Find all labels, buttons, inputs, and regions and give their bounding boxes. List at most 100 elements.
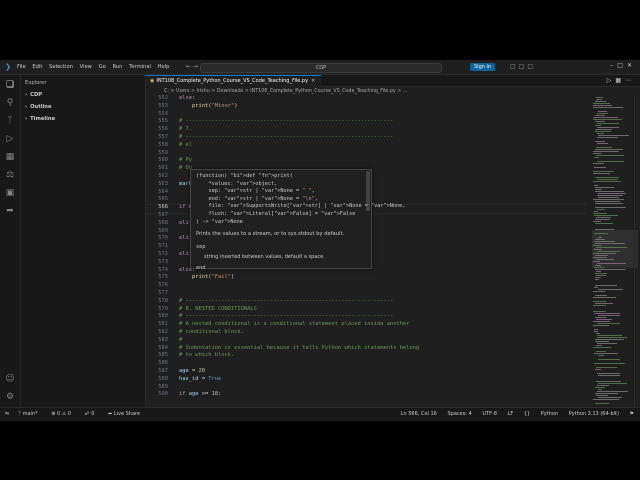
minimap-line	[597, 209, 605, 210]
minimap-line	[593, 213, 607, 214]
tab-filename: INT108_Complete_Python_Course_VS_Code_Te…	[156, 78, 309, 84]
line-number: 578	[158, 297, 168, 304]
python-interpreter[interactable]: Python 3.13 (64-bit)	[569, 411, 619, 417]
minimap-line	[598, 397, 622, 398]
editor-actions[interactable]: ▷▦⋯	[607, 77, 635, 84]
minimap-line	[596, 319, 612, 320]
window-controls[interactable]: –□✕	[610, 62, 636, 69]
encoding-status[interactable]: UTF-8	[482, 411, 497, 417]
run-debug-icon[interactable]: ▷	[4, 133, 16, 145]
eol-status[interactable]: LF	[508, 411, 514, 417]
minimap-line	[595, 317, 606, 318]
indentation-status[interactable]: Spaces: 4	[447, 411, 471, 417]
minimap-slider[interactable]	[592, 230, 638, 268]
language-mode[interactable]: {} Python	[524, 411, 558, 417]
settings-gear-icon[interactable]: ⚙	[4, 391, 16, 403]
code-text: # conditional block.	[179, 329, 244, 335]
section-timeline[interactable]: › Timeline	[25, 116, 55, 122]
chevron-right-icon: ›	[25, 104, 28, 110]
ports-status[interactable]: ☍ 0	[85, 411, 101, 417]
code-text: print("Minor")	[191, 102, 238, 109]
code-text: # A nested conditional is a conditional …	[179, 321, 410, 328]
extensions-icon[interactable]: ▦	[4, 151, 16, 163]
minimap-line	[595, 387, 605, 388]
line-number: 581	[158, 321, 168, 328]
explorer-icon[interactable]: ❏	[4, 79, 16, 91]
section-outline[interactable]: › Outline	[25, 104, 52, 110]
minimap-line	[594, 313, 620, 314]
line-number: 560	[158, 157, 168, 164]
command-center-search[interactable]: CDP	[200, 63, 442, 73]
line-number: 583	[158, 336, 168, 343]
minimap-line	[596, 97, 603, 98]
line-number: 585	[158, 352, 168, 359]
vertical-scrollbar[interactable]	[634, 95, 640, 407]
minimap-line	[597, 385, 609, 386]
code-text: # Indentation is essential because it te…	[179, 344, 420, 351]
minimap-line	[595, 121, 605, 122]
tab-active-file[interactable]: ◉ INT108_Complete_Python_Course_VS_Code_T…	[146, 75, 322, 87]
line-number: 577	[158, 290, 168, 296]
hover-param-sep-desc: string inserted between values, default …	[204, 254, 325, 260]
notifications-bell-icon[interactable]: ⚑	[630, 411, 634, 417]
layout-toggle-icons[interactable]: □□□	[510, 63, 536, 70]
breadcrumb[interactable]: C: > Users > lrishu > Downloads > INT108…	[164, 89, 407, 94]
search-icon[interactable]: ⚲	[4, 97, 16, 109]
menu-terminal[interactable]: Terminal	[129, 64, 151, 70]
minimap-line	[595, 191, 624, 192]
minimap-line	[596, 217, 611, 218]
problems-status[interactable]: ⊗ 0 ⚠ 0	[51, 411, 77, 417]
minimap-line	[598, 193, 626, 194]
tab-bar: ◉ INT108_Complete_Python_Course_VS_Code_T…	[146, 75, 640, 87]
minimap-line	[598, 315, 620, 316]
source-control-icon[interactable]: ᛉ	[4, 115, 16, 127]
minimap-line	[596, 333, 600, 334]
hover-scrollbar[interactable]	[366, 171, 370, 211]
python-file-icon: ◉	[150, 78, 155, 84]
live-share-icon[interactable]: ➦	[4, 205, 16, 217]
line-number: 566	[158, 204, 168, 211]
minimap-line	[593, 199, 624, 200]
line-number: 590	[158, 391, 168, 398]
line-number: 555	[158, 118, 168, 125]
line-number: 563	[158, 180, 168, 187]
minimap-line	[595, 187, 614, 188]
account-icon[interactable]: ☺	[4, 373, 16, 385]
minimap-line	[594, 185, 598, 186]
section-cdp[interactable]: › CDP	[25, 92, 42, 98]
remote-indicator-icon[interactable]: ⇋	[0, 408, 14, 421]
menu-selection[interactable]: Selection	[49, 64, 73, 70]
minimap-line	[595, 129, 612, 130]
cursor-position[interactable]: Ln 566, Col 16	[401, 411, 437, 417]
live-share-status[interactable]: ➦ Live Share	[108, 411, 146, 417]
testing-icon[interactable]: ⚖	[4, 169, 16, 181]
menu-edit[interactable]: Edit	[32, 64, 42, 70]
menu-view[interactable]: View	[80, 64, 92, 70]
line-number: 589	[158, 383, 168, 390]
nav-back-forward-icon[interactable]: ← →	[186, 63, 198, 70]
remote-explorer-icon[interactable]: ▣	[4, 187, 16, 199]
minimap[interactable]	[592, 95, 638, 407]
menu-go[interactable]: Go	[99, 64, 106, 70]
minimap-line	[593, 163, 604, 164]
minimap-line	[596, 275, 606, 276]
explorer-sidebar: Explorer › CDP › Outline › Timeline	[21, 75, 146, 407]
close-tab-icon[interactable]: ×	[311, 78, 315, 84]
minimap-line	[598, 111, 607, 112]
code-text: # to which block.	[179, 352, 235, 359]
code-text: has_id = True	[179, 375, 222, 382]
minimap-line	[595, 223, 613, 224]
code-text: # el	[179, 141, 192, 148]
menu-help[interactable]: Help	[158, 64, 170, 70]
minimap-line	[595, 149, 623, 150]
sign-in-button[interactable]: Sign in	[470, 63, 496, 71]
branch-status[interactable]: ᛉ main*	[18, 411, 44, 417]
minimap-line	[594, 353, 618, 354]
minimap-line	[593, 105, 612, 106]
minimap-line	[595, 339, 624, 340]
menu-run[interactable]: Run	[112, 64, 122, 70]
minimap-line	[594, 331, 598, 332]
code-text: else:	[179, 95, 196, 101]
menu-file[interactable]: File	[17, 64, 26, 70]
minimap-line	[598, 375, 620, 376]
